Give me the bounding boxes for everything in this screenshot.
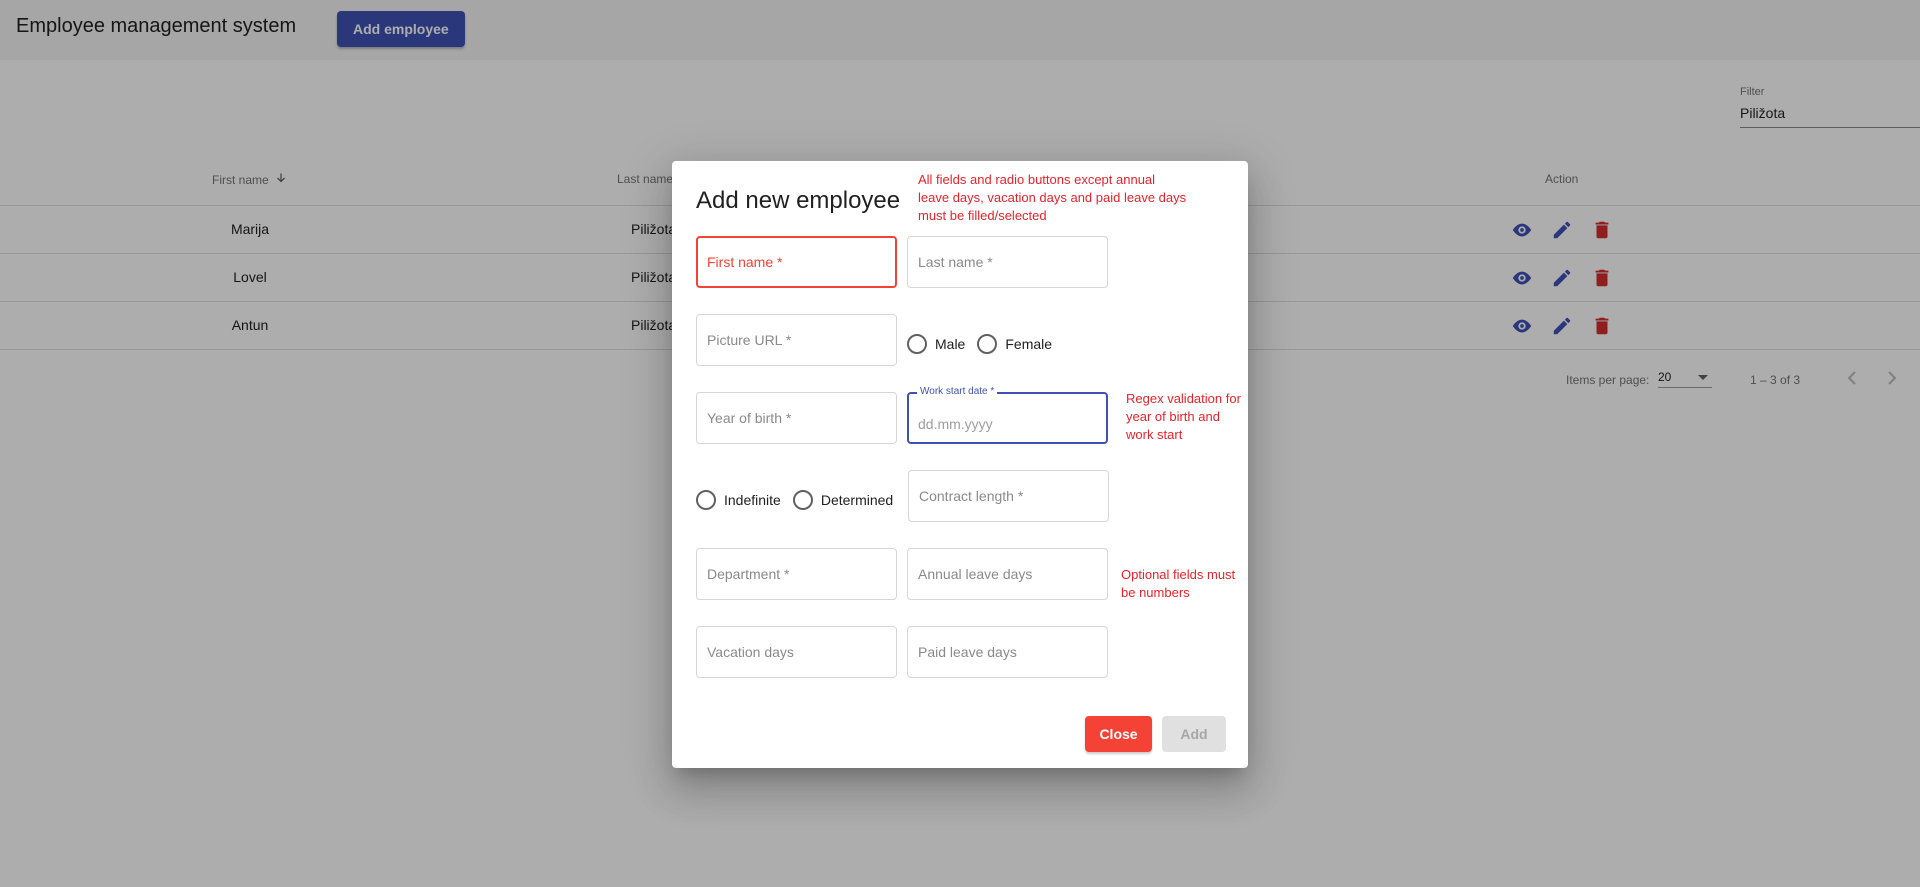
radio-female-label: Female <box>1005 336 1053 352</box>
paid-leave-days-placeholder: Paid leave days <box>918 644 1017 660</box>
annual-leave-days-placeholder: Annual leave days <box>918 566 1033 582</box>
annotation-regex-validation: Regex validation for year of birth and w… <box>1126 391 1241 442</box>
contract-length-field[interactable]: Contract length * <box>908 470 1109 522</box>
radio-circle[interactable] <box>696 490 716 510</box>
gender-radio-group: Male Female <box>907 334 1064 354</box>
work-start-date-label: Work start date * <box>917 386 998 397</box>
radio-circle[interactable] <box>792 490 813 510</box>
department-field[interactable]: Department * <box>696 548 897 600</box>
department-placeholder: Department * <box>707 566 790 582</box>
radio-determined-label: Determined <box>820 492 894 508</box>
contract-length-placeholder: Contract length * <box>919 488 1024 504</box>
radio-indefinite-label: Indefinite <box>724 492 781 508</box>
vacation-days-field[interactable]: Vacation days <box>696 626 897 678</box>
radio-female[interactable]: Female <box>977 334 1052 354</box>
picture-url-field[interactable]: Picture URL * <box>696 314 897 366</box>
radio-indefinite[interactable]: Indefinite <box>696 490 781 510</box>
dialog-title: Add new employee <box>696 187 901 214</box>
annotation-required-fields: All fields and radio buttons except annu… <box>918 172 1187 223</box>
radio-male-label: Male <box>935 336 966 352</box>
radio-circle[interactable] <box>907 334 927 354</box>
radio-male[interactable]: Male <box>907 334 965 354</box>
first-name-field[interactable]: First name * <box>696 236 897 288</box>
paid-leave-days-field[interactable]: Paid leave days <box>907 626 1108 678</box>
annotation-optional-fields: Optional fields must be numbers <box>1121 567 1236 600</box>
vacation-days-placeholder: Vacation days <box>707 644 794 660</box>
radio-circle[interactable] <box>977 334 998 354</box>
contract-radio-group: Indefinite Determined <box>696 490 905 510</box>
picture-url-placeholder: Picture URL * <box>707 332 792 348</box>
last-name-placeholder: Last name * <box>918 254 993 270</box>
close-button[interactable]: Close <box>1085 716 1152 752</box>
year-of-birth-placeholder: Year of birth * <box>707 410 792 426</box>
work-start-date-placeholder: dd.mm.yyyy <box>918 416 993 432</box>
radio-determined[interactable]: Determined <box>792 490 894 510</box>
work-start-date-field[interactable]: Work start date * dd.mm.yyyy <box>907 386 1108 444</box>
last-name-field[interactable]: Last name * <box>907 236 1108 288</box>
add-employee-dialog: Add new employee All fields and radio bu… <box>672 161 1248 768</box>
first-name-placeholder: First name * <box>707 254 783 270</box>
annual-leave-days-field[interactable]: Annual leave days <box>907 548 1108 600</box>
add-button[interactable]: Add <box>1162 716 1226 752</box>
year-of-birth-field[interactable]: Year of birth * <box>696 392 897 444</box>
